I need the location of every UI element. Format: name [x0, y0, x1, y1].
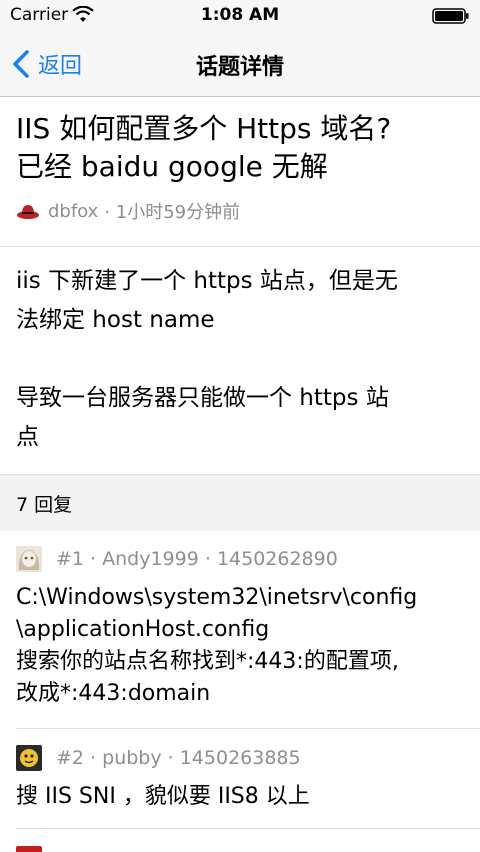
reply-line: 搜索你的站点名称找到*:443:的配置项, — [16, 649, 399, 674]
reply-meta: #1 · Andy1999 · 1450262890 — [16, 546, 466, 572]
content-line: 法绑定 host name — [16, 307, 215, 333]
content-line: 点 — [16, 424, 39, 450]
user-avatar-icon[interactable] — [16, 846, 42, 852]
reply-line: 搜 IIS SNI ，貌似要 IIS8 以上 — [16, 784, 310, 809]
navigation-bar: 返回 话题详情 — [0, 32, 480, 97]
reply-meta-text: #2 · pubby · 1450263885 — [56, 747, 301, 769]
topic-title-line: 已经 baidu google 无解 — [16, 150, 328, 183]
reply-meta-text: #1 · Andy1999 · 1450262890 — [56, 548, 338, 570]
divider — [16, 828, 480, 829]
clock: 1:08 AM — [200, 5, 280, 25]
reply-meta: #2 · pubby · 1450263885 — [16, 745, 466, 771]
topic-header: IIS 如何配置多个 Https 域名? 已经 baidu google 无解 … — [16, 110, 466, 224]
topic-content: iis 下新建了一个 https 站点，但是无 法绑定 host name 导致… — [16, 262, 466, 457]
battery-icon — [432, 8, 469, 24]
author-name[interactable]: dbfox — [48, 201, 98, 222]
reply-line: \applicationHost.config — [16, 617, 270, 642]
status-bar: Carrier 1:08 AM — [0, 0, 480, 32]
divider — [16, 728, 480, 729]
reply-item: #1 · Andy1999 · 1450262890 C:\Windows\sy… — [16, 546, 466, 710]
replies-count: 7 回复 — [16, 494, 73, 516]
topic-title-line: IIS 如何配置多个 Https 域名? — [16, 112, 392, 145]
topic-meta: dbfox · 1小时59分钟前 — [16, 198, 466, 224]
content-line: iis 下新建了一个 https 站点，但是无 — [16, 268, 398, 294]
reply-text: 搜 IIS SNI ，貌似要 IIS8 以上 — [16, 781, 466, 813]
user-avatar-icon[interactable] — [16, 745, 42, 771]
topic-title: IIS 如何配置多个 Https 域名? 已经 baidu google 无解 — [16, 110, 466, 186]
content-line: 导致一台服务器只能做一个 https 站 — [16, 385, 389, 411]
reply-item: #2 · pubby · 1450263885 搜 IIS SNI ，貌似要 I… — [16, 745, 466, 813]
reply-line: C:\Windows\system32\inetsrv\config — [16, 585, 418, 610]
divider — [0, 246, 480, 247]
author-avatar-icon[interactable] — [16, 202, 40, 220]
topic-time: · 1小时59分钟前 — [104, 202, 241, 223]
reply-text: C:\Windows\system32\inetsrv\config \appl… — [16, 582, 466, 710]
replies-header: 7 回复 — [0, 474, 480, 531]
reply-line: 改成*:443:domain — [16, 681, 211, 706]
user-avatar-icon[interactable] — [16, 546, 42, 572]
page-title: 话题详情 — [195, 55, 284, 80]
